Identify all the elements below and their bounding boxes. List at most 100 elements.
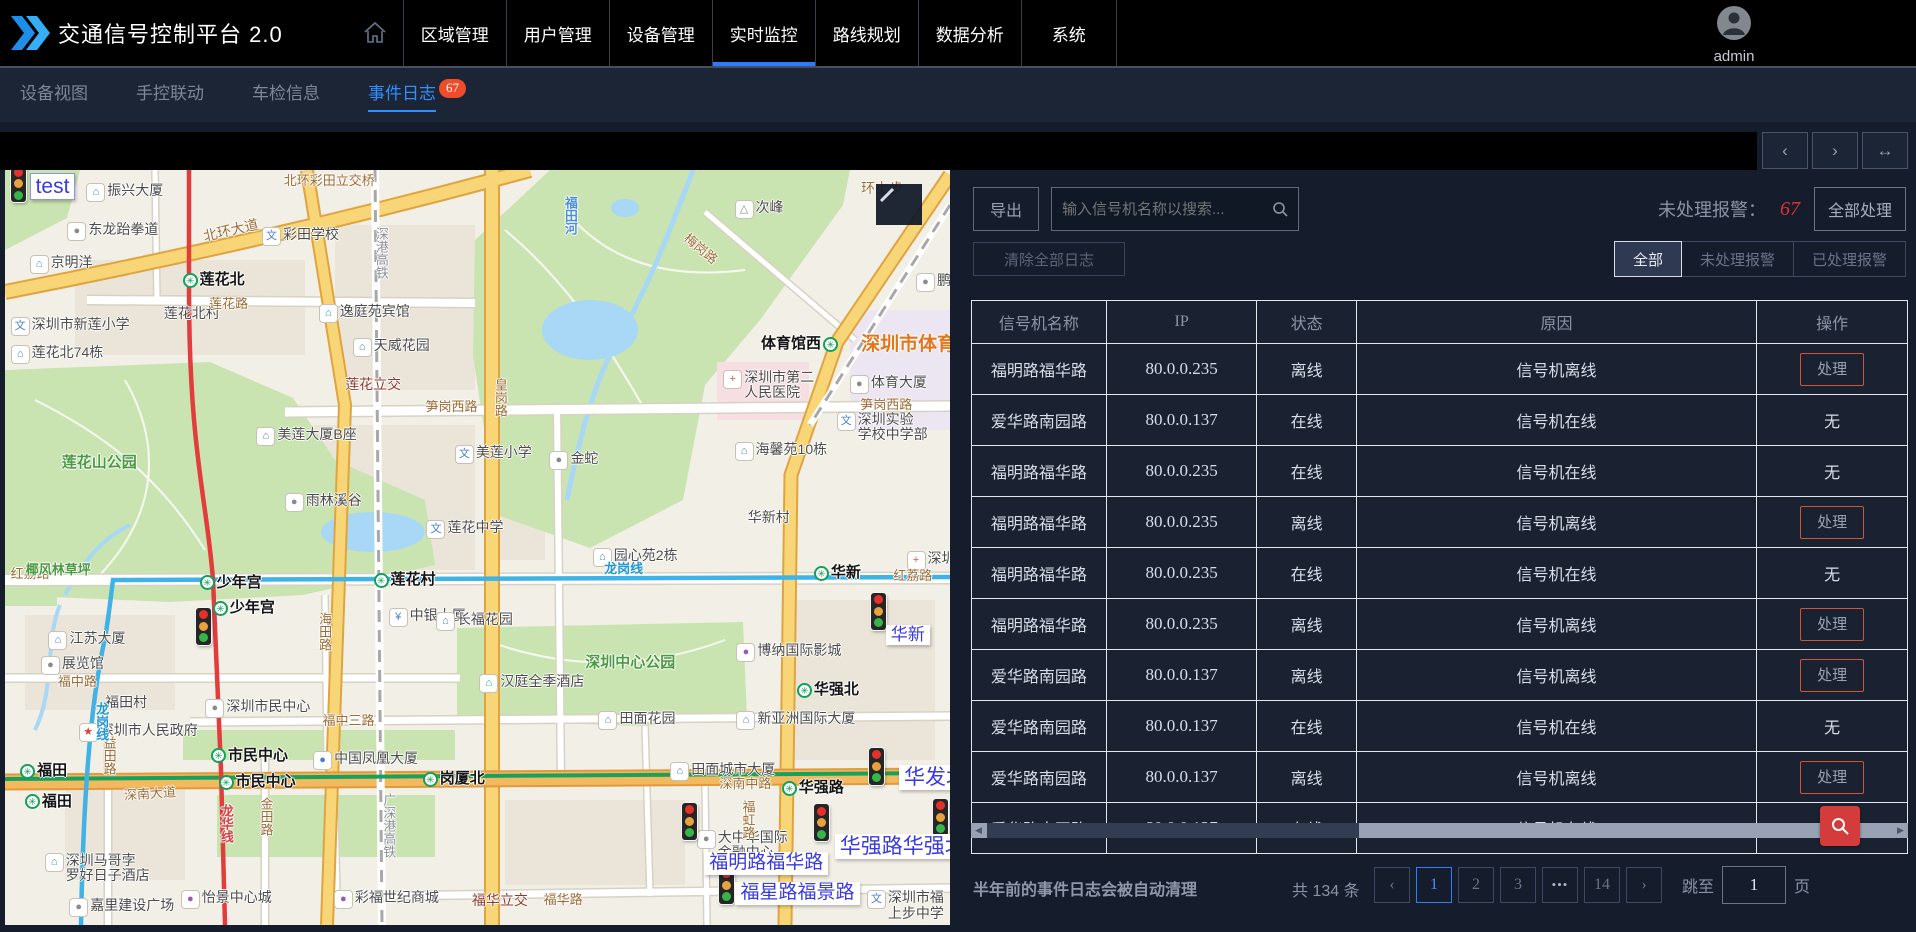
user-menu[interactable]: admin (1704, 5, 1764, 65)
metro-station-label: ✳华强北 (797, 682, 859, 699)
poi-icon: ● (285, 493, 304, 512)
main-nav: 区域管理用户管理设备管理实时监控路线规划数据分析系统 (403, 0, 1117, 66)
handle-button[interactable]: 处理 (1800, 608, 1864, 641)
clear-logs-button[interactable]: 清除全部日志 (973, 242, 1125, 276)
map-poi-label: ⌂长福花园 (436, 612, 513, 631)
nav-item-用户管理[interactable]: 用户管理 (506, 0, 609, 66)
light-r (14, 170, 23, 177)
page-button-3[interactable]: 3 (1500, 867, 1536, 903)
signal-name-cell: 福明路福华路 (972, 599, 1107, 650)
reason-cell: 信号机离线 (1356, 344, 1757, 395)
poi-icon: 文 (262, 227, 281, 246)
poi-icon: ⌂ (670, 762, 689, 781)
nav-item-设备管理[interactable]: 设备管理 (609, 0, 712, 66)
metro-station-label: 体育馆西✳ (761, 336, 838, 353)
poi-icon: ⌂ (48, 631, 67, 650)
map-edit-button[interactable] (876, 184, 922, 225)
map-road-label: 莲花路 (209, 297, 248, 311)
search-box (1051, 187, 1299, 231)
page-button-1[interactable]: 1 (1416, 867, 1452, 903)
table-zoom-button[interactable] (1820, 806, 1860, 846)
poi-text: 京明洋 (51, 255, 93, 270)
signal-label[interactable]: 福明路福华路 (704, 852, 828, 875)
handle-button[interactable]: 处理 (1800, 353, 1864, 386)
traffic-light-icon[interactable] (871, 593, 886, 630)
tab-手控联动[interactable]: 手控联动 (136, 79, 204, 112)
poi-icon: ● (181, 890, 200, 909)
signal-label[interactable]: 华发北 (899, 765, 950, 790)
nav-item-系统[interactable]: 系统 (1021, 0, 1117, 66)
status-cell: 在线 (1257, 701, 1356, 752)
nav-item-路线规划[interactable]: 路线规划 (815, 0, 918, 66)
map-poi-label: ⌂深圳马哥孛 罗好日子酒店 (45, 853, 150, 884)
signal-label[interactable]: 华强路华强北 (835, 834, 950, 859)
filter-未处理报警[interactable]: 未处理报警 (1682, 241, 1794, 277)
poi-text: 汉庭全季酒店 (500, 674, 584, 689)
tab-车检信息[interactable]: 车检信息 (252, 79, 320, 112)
poi-text: 鹏基商务区 (937, 273, 950, 288)
poi-icon: ● (205, 699, 224, 718)
page-button-2[interactable]: 2 (1458, 867, 1494, 903)
signal-name-cell: 爱华路南园路 (972, 701, 1107, 752)
poi-text: 东龙跆拳道 (88, 222, 158, 237)
scroll-right-icon[interactable]: ▶ (1893, 823, 1908, 838)
handle-button[interactable]: 处理 (1800, 659, 1864, 692)
page-button-14[interactable]: 14 (1584, 867, 1620, 903)
map-poi-label: 文彩田学校 (262, 227, 339, 246)
page-ellipsis[interactable]: ••• (1542, 867, 1578, 903)
tab-设备视图[interactable]: 设备视图 (20, 79, 88, 112)
export-button[interactable]: 导出 (973, 187, 1039, 231)
jump-page-input[interactable] (1722, 866, 1786, 904)
page-next-button[interactable]: › (1626, 867, 1662, 903)
home-icon[interactable] (347, 0, 403, 66)
map-road-label: 海田路 (317, 612, 331, 651)
traffic-light-icon[interactable] (196, 608, 211, 645)
filter-全部[interactable]: 全部 (1614, 241, 1682, 277)
nav-item-数据分析[interactable]: 数据分析 (918, 0, 1021, 66)
scroll-left-icon[interactable]: ◀ (971, 823, 986, 838)
collapse-right-button[interactable]: › (1812, 132, 1858, 169)
map-view[interactable]: test华新华发北华强路华强北福明路福华路福星路福景路✳莲花北✳莲花村✳少年宫✳… (5, 170, 950, 925)
expand-button[interactable]: ↔ (1862, 132, 1908, 169)
traffic-light-icon[interactable] (11, 170, 26, 202)
traffic-light-icon[interactable] (814, 804, 829, 841)
search-icon[interactable] (1272, 201, 1288, 217)
handle-button[interactable]: 处理 (1800, 506, 1864, 539)
nav-item-区域管理[interactable]: 区域管理 (403, 0, 506, 66)
signal-label[interactable]: 福星路福景路 (735, 882, 859, 905)
handle-all-button[interactable]: 全部处理 (1814, 187, 1906, 231)
signal-label[interactable]: test (30, 173, 76, 200)
search-input[interactable] (1052, 201, 1272, 218)
station-text: 少年宫 (217, 575, 262, 592)
map-metro-label: 龙华线 (219, 804, 233, 843)
map-road-label: 深南中路 (719, 777, 771, 791)
signal-label[interactable]: 华新 (886, 625, 930, 646)
page-prev-button[interactable]: ‹ (1374, 867, 1410, 903)
map-road-label: 金田路 (258, 797, 272, 836)
table-row: 爱华路南园路80.0.0.137离线信号机离线处理 (972, 752, 1908, 803)
map-metro-label: 龙岗线 (94, 702, 108, 741)
handle-button[interactable]: 处理 (1800, 761, 1864, 794)
jump-label: 跳至 (1682, 873, 1714, 897)
traffic-light-icon[interactable] (682, 803, 697, 840)
poi-text: 博纳国际影城 (757, 643, 841, 658)
horizontal-scrollbar[interactable]: ◀ ▶ (971, 823, 1908, 838)
traffic-light-icon[interactable] (869, 748, 884, 785)
light-g (872, 773, 881, 782)
collapse-left-button[interactable]: ‹ (1762, 132, 1808, 169)
reason-cell: 信号机在线 (1356, 446, 1757, 497)
light-r (872, 750, 881, 759)
action-cell: 无 (1757, 395, 1908, 446)
traffic-light-icon[interactable] (933, 799, 948, 836)
poi-text: 彩田学校 (283, 227, 339, 242)
poi-icon: 文 (11, 317, 30, 336)
tab-事件日志[interactable]: 事件日志67 (368, 79, 466, 112)
scrollbar-thumb[interactable] (987, 823, 1359, 838)
poi-text: 深圳马哥孛 罗好日子酒店 (66, 853, 150, 884)
station-text: 岗厦北 (440, 771, 485, 788)
nav-item-实时监控[interactable]: 实时监控 (712, 0, 815, 66)
filter-已处理报警[interactable]: 已处理报警 (1794, 241, 1906, 277)
poi-icon: ⌂ (45, 853, 64, 872)
no-action-label: 无 (1824, 465, 1840, 482)
light-y (874, 607, 883, 616)
